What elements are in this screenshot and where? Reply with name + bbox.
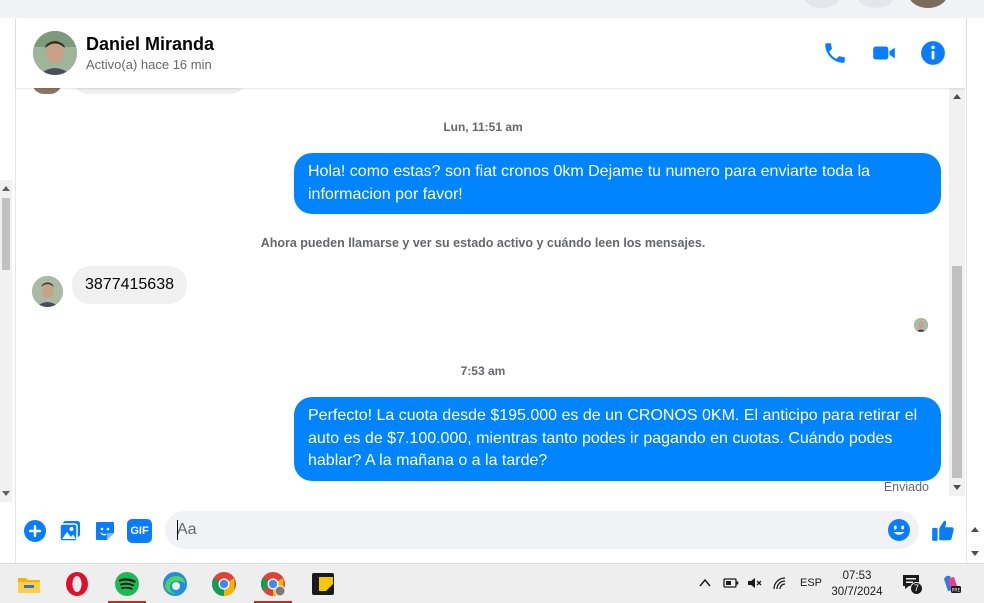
clock-time: 07:53 (842, 570, 872, 582)
page-scroll-up-icon[interactable] (971, 527, 979, 532)
profile-avatar[interactable] (908, 0, 948, 8)
spotify-icon[interactable] (113, 570, 141, 598)
speaker-muted-icon[interactable] (746, 576, 764, 590)
message-timestamp: Lun, 11:51 am (443, 120, 523, 134)
scroll-up-arrow-icon[interactable] (953, 94, 961, 99)
page-scrollbar[interactable] (0, 180, 12, 502)
contact-avatar-small (32, 276, 63, 307)
message-composer: GIF (16, 503, 966, 561)
image-icon[interactable] (58, 519, 82, 543)
read-receipt-avatar (914, 318, 928, 332)
chrome-profile-icon[interactable] (259, 570, 287, 598)
contact-status: Activo(a) hace 16 min (86, 57, 212, 72)
sticky-notes-icon[interactable] (309, 570, 337, 598)
scrollbar-thumb[interactable] (952, 266, 962, 478)
screen: Daniel Miranda Activo(a) hace 16 min Lun… (0, 0, 984, 603)
message-input[interactable] (165, 511, 919, 549)
info-icon[interactable] (920, 40, 946, 66)
gif-icon[interactable]: GIF (127, 519, 152, 543)
emoji-icon[interactable] (887, 518, 911, 542)
gif-label: GIF (130, 525, 149, 537)
battery-icon[interactable] (722, 576, 740, 590)
phone-icon[interactable] (822, 40, 848, 66)
browser-top-strip (0, 0, 984, 18)
scroll-down-arrow-icon[interactable] (2, 491, 10, 496)
scrollbar-thumb[interactable] (2, 198, 10, 270)
contact-name[interactable]: Daniel Miranda (86, 34, 214, 55)
previous-message-bubble[interactable] (74, 88, 244, 94)
incoming-message-bubble[interactable]: 3877415638 (72, 266, 187, 304)
plus-icon[interactable] (23, 519, 47, 543)
system-notice: Ahora pueden llamarse y ver su estado ac… (260, 236, 706, 250)
wifi-icon[interactable] (771, 576, 789, 590)
top-button[interactable] (802, 0, 842, 8)
chat-header: Daniel Miranda Activo(a) hace 16 min (16, 18, 966, 88)
video-camera-icon[interactable] (871, 40, 897, 66)
scroll-down-arrow-icon[interactable] (953, 485, 961, 490)
clock-date: 30/7/2024 (831, 586, 883, 598)
sent-status: Enviado (883, 480, 929, 494)
edge-icon[interactable] (161, 570, 189, 598)
sticker-icon[interactable] (93, 519, 117, 543)
scroll-up-arrow-icon[interactable] (2, 186, 10, 191)
message-list[interactable]: Lun, 11:51 am Hola! como estas? son fiat… (16, 88, 950, 496)
message-timestamp: 7:53 am (460, 364, 506, 378)
page-scroll-down-icon[interactable] (971, 551, 979, 556)
system-clock[interactable]: 07:53 30/7/2024 (826, 568, 888, 600)
chat-scrollbar[interactable] (949, 88, 965, 496)
language-indicator[interactable]: ESP (800, 564, 822, 603)
copilot-icon[interactable]: PRE (940, 573, 962, 595)
notifications-button[interactable]: 7 (901, 573, 923, 595)
contact-avatar[interactable] (33, 31, 77, 75)
svg-text:PRE: PRE (952, 588, 961, 594)
outgoing-message-bubble[interactable]: Hola! como estas? son fiat cronos 0km De… (294, 153, 941, 214)
top-button[interactable] (856, 0, 896, 8)
windows-taskbar: ESP 07:53 30/7/2024 7 PRE (0, 563, 984, 603)
chevron-up-icon[interactable] (698, 577, 712, 589)
notification-count-badge: 7 (910, 582, 923, 595)
outgoing-message-bubble[interactable]: Perfecto! La cuota desde $195.000 es de … (294, 397, 941, 481)
chrome-icon[interactable] (210, 570, 238, 598)
thumbs-up-icon[interactable] (930, 517, 956, 543)
file-explorer-icon[interactable] (15, 570, 43, 598)
opera-icon[interactable] (63, 570, 91, 598)
chat-window: Daniel Miranda Activo(a) hace 16 min Lun… (15, 18, 967, 563)
contact-avatar-small (32, 88, 62, 94)
text-caret (177, 520, 178, 540)
